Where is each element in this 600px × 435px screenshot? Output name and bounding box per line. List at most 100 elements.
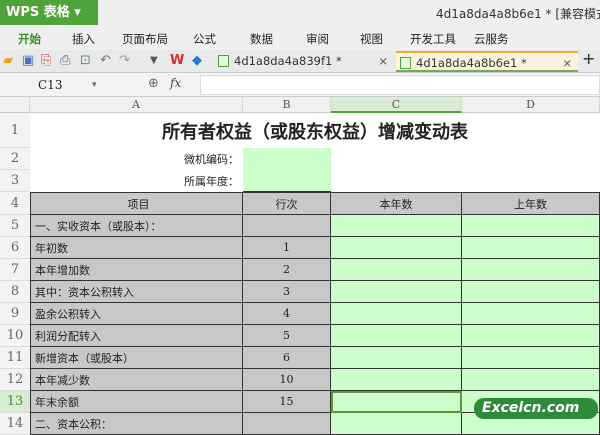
row-header[interactable]: 8 [0, 281, 30, 303]
menu-page-layout[interactable]: 页面布局 [122, 31, 168, 47]
menu-data[interactable]: 数据 [250, 31, 273, 47]
menu-review[interactable]: 审阅 [306, 31, 329, 47]
item-cell[interactable]: 其中：资本公积转入 [30, 281, 243, 303]
item-cell[interactable]: 年末余额 [30, 391, 243, 413]
prior-year-cell[interactable] [462, 281, 600, 303]
tab-document-2[interactable]: 4d1a8da4a8b6e1 * × [396, 51, 578, 72]
row-header[interactable]: 4 [0, 192, 30, 215]
line-no-cell[interactable]: 10 [243, 369, 331, 391]
prior-year-cell[interactable] [462, 303, 600, 325]
zoom-find-icon[interactable]: ⊕ [148, 76, 159, 91]
fx-icon[interactable]: fx [170, 76, 181, 90]
undo-icon[interactable]: ↶ [100, 53, 111, 69]
table-row: 5 一、实收资本（或股本）： [0, 215, 600, 237]
menu-view[interactable]: 视图 [360, 31, 383, 47]
prior-year-cell[interactable] [462, 347, 600, 369]
row-header[interactable]: 14 [0, 413, 30, 435]
row-header[interactable]: 5 [0, 215, 30, 237]
line-no-cell[interactable] [243, 413, 331, 435]
item-cell[interactable]: 本年减少数 [30, 369, 243, 391]
row-header[interactable]: 9 [0, 303, 30, 325]
line-no-cell[interactable] [243, 215, 331, 237]
tab-document-1[interactable]: 4d1a8da4a839f1 * × [214, 51, 394, 72]
print-icon[interactable]: ⎙ [60, 53, 70, 69]
header-line-no[interactable]: 行次 [243, 192, 331, 215]
export-pdf-icon[interactable]: ⎘ [41, 53, 51, 69]
prior-year-cell[interactable] [462, 215, 600, 237]
current-year-cell[interactable] [331, 259, 462, 281]
prior-year-cell[interactable] [462, 369, 600, 391]
close-tab-icon[interactable]: × [378, 51, 388, 71]
name-box-dropdown-icon[interactable]: ▾ [92, 75, 97, 95]
line-no-cell[interactable]: 2 [243, 259, 331, 281]
item-cell[interactable]: 年初数 [30, 237, 243, 259]
column-header-b[interactable]: B [243, 97, 331, 113]
menu-insert[interactable]: 插入 [72, 31, 95, 47]
row-header[interactable]: 11 [0, 347, 30, 369]
sheet-title[interactable]: 所有者权益（或股东权益）增减变动表 [30, 113, 600, 148]
redo-icon[interactable]: ↷ [119, 53, 130, 69]
item-cell[interactable]: 本年增加数 [30, 259, 243, 281]
prior-year-cell[interactable] [462, 237, 600, 259]
row-header[interactable]: 3 [0, 170, 30, 192]
line-no-cell[interactable]: 4 [243, 303, 331, 325]
current-year-cell[interactable] [331, 413, 462, 435]
line-no-cell[interactable]: 3 [243, 281, 331, 303]
open-icon[interactable]: ▰ [3, 53, 13, 69]
cube-icon[interactable]: ◆ [192, 53, 202, 69]
menu-formulas[interactable]: 公式 [193, 31, 216, 47]
new-tab-icon[interactable]: + [582, 51, 595, 67]
save-icon[interactable]: ▣ [22, 53, 34, 69]
prior-year-cell[interactable] [462, 325, 600, 347]
close-tab-icon[interactable]: × [562, 53, 572, 73]
menu-home[interactable]: 开始 [18, 31, 41, 47]
column-header-a[interactable]: A [30, 97, 243, 113]
current-year-cell[interactable] [331, 281, 462, 303]
menu-developer[interactable]: 开发工具 [410, 31, 456, 47]
row-header[interactable]: 12 [0, 369, 30, 391]
quick-toolbar: ▰ ▣ ⎘ ⎙ ⊡ ↶ ↷ ▼ W ◆ 4d1a8da4a839f1 * × 4… [0, 50, 600, 73]
current-year-cell[interactable] [331, 347, 462, 369]
row-header[interactable]: 7 [0, 259, 30, 281]
table-row: 7 本年增加数 2 [0, 259, 600, 281]
app-name: WPS 表格 [6, 5, 70, 20]
current-year-cell[interactable] [331, 325, 462, 347]
wps-app-menu-button[interactable]: WPS 表格 ▾ [0, 0, 98, 25]
row-header[interactable]: 1 [0, 113, 30, 148]
line-no-cell[interactable]: 15 [243, 391, 331, 413]
prior-year-cell[interactable] [462, 259, 600, 281]
item-cell[interactable]: 利润分配转入 [30, 325, 243, 347]
row-header[interactable]: 6 [0, 237, 30, 259]
header-current-year[interactable]: 本年数 [331, 192, 462, 215]
item-cell[interactable]: 一、实收资本（或股本）： [30, 215, 243, 237]
item-cell[interactable]: 新增资本（或股本） [30, 347, 243, 369]
year-input-cell[interactable] [243, 170, 331, 192]
item-cell[interactable]: 二、资本公积： [30, 413, 243, 435]
wps-logo-icon[interactable]: W [170, 53, 184, 69]
header-prior-year[interactable]: 上年数 [462, 192, 600, 215]
select-all-corner[interactable] [0, 97, 30, 113]
year-label: 所属年度： [184, 175, 239, 188]
current-year-cell[interactable] [331, 369, 462, 391]
header-item[interactable]: 项目 [30, 192, 243, 215]
formula-input[interactable] [200, 75, 600, 95]
print-preview-icon[interactable]: ⊡ [80, 53, 91, 69]
name-box[interactable]: C13 ▾ [0, 75, 100, 95]
column-header-c[interactable]: C [331, 97, 462, 113]
line-no-cell[interactable]: 6 [243, 347, 331, 369]
customize-dropdown-icon[interactable]: ▼ [150, 53, 158, 69]
row-header[interactable]: 2 [0, 148, 30, 170]
menu-cloud[interactable]: 云服务 [474, 31, 509, 47]
item-cell[interactable]: 盈余公积转入 [30, 303, 243, 325]
line-no-cell[interactable]: 5 [243, 325, 331, 347]
line-no-cell[interactable]: 1 [243, 237, 331, 259]
row-header[interactable]: 13 [0, 391, 30, 413]
current-year-cell[interactable] [331, 303, 462, 325]
row-header[interactable]: 10 [0, 325, 30, 347]
tab-label: 4d1a8da4a8b6e1 * [416, 56, 527, 70]
current-year-cell[interactable] [331, 215, 462, 237]
code-input-cell[interactable] [243, 148, 331, 170]
current-year-cell[interactable] [331, 237, 462, 259]
column-header-d[interactable]: D [462, 97, 600, 113]
selected-cell-c13[interactable] [331, 391, 462, 413]
